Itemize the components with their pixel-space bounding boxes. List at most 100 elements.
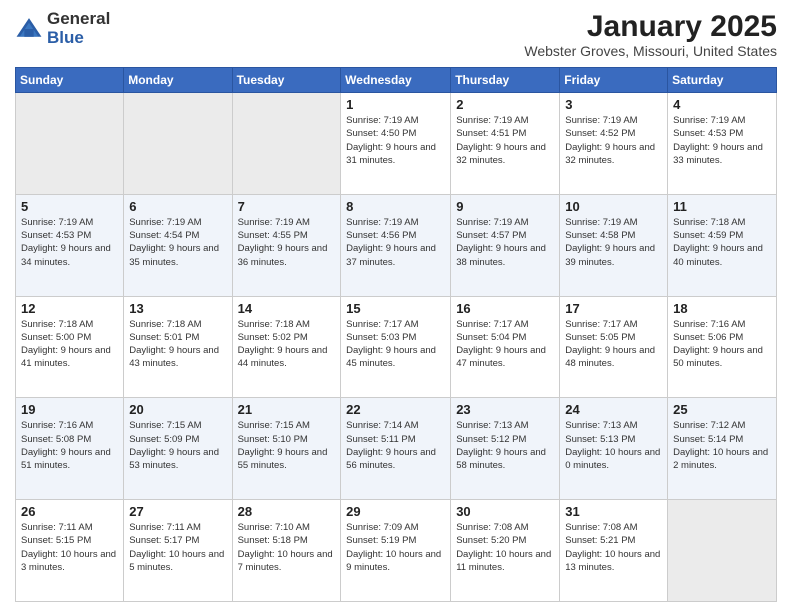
cell-info: Sunrise: 7:19 AMSunset: 4:53 PMDaylight:…: [21, 216, 118, 269]
cell-day-number: 14: [238, 301, 336, 316]
cell-day-number: 10: [565, 199, 662, 214]
calendar-cell: [16, 93, 124, 195]
day-of-week-header: Monday: [124, 68, 232, 93]
title-block: January 2025 Webster Groves, Missouri, U…: [524, 10, 777, 59]
cell-day-number: 31: [565, 504, 662, 519]
calendar-cell: [232, 93, 341, 195]
calendar-cell: 4 Sunrise: 7:19 AMSunset: 4:53 PMDaylight…: [668, 93, 777, 195]
calendar-cell: 8 Sunrise: 7:19 AMSunset: 4:56 PMDaylight…: [341, 194, 451, 296]
cell-day-number: 8: [346, 199, 445, 214]
calendar-cell: 15Sunrise: 7:17 AMSunset: 5:03 PMDayligh…: [341, 296, 451, 398]
calendar-cell: 27 Sunrise: 7:11 AMSunset: 5:17 PMDayligh…: [124, 500, 232, 602]
calendar-cell: 29Sunrise: 7:09 AMSunset: 5:19 PMDayligh…: [341, 500, 451, 602]
calendar-week-row: 26 Sunrise: 7:11 AMSunset: 5:15 PMDayligh…: [16, 500, 777, 602]
calendar-cell: 26 Sunrise: 7:11 AMSunset: 5:15 PMDayligh…: [16, 500, 124, 602]
calendar-cell: 19 Sunrise: 7:16 AMSunset: 5:08 PMDayligh…: [16, 398, 124, 500]
cell-info: Sunrise: 7:11 AMSunset: 5:15 PMDaylight:…: [21, 521, 118, 574]
cell-info: Sunrise: 7:19 AMSunset: 4:54 PMDaylight:…: [129, 216, 226, 269]
cell-info: Sunrise: 7:18 AMSunset: 4:59 PMDaylight:…: [673, 216, 771, 269]
cell-info: Sunrise: 7:17 AMSunset: 5:05 PMDaylight:…: [565, 318, 662, 371]
cell-info: Sunrise: 7:19 AMSunset: 4:50 PMDaylight:…: [346, 114, 445, 167]
cell-info: Sunrise: 7:12 AMSunset: 5:14 PMDaylight:…: [673, 419, 771, 472]
cell-day-number: 7: [238, 199, 336, 214]
calendar-week-row: 12Sunrise: 7:18 AMSunset: 5:00 PMDayligh…: [16, 296, 777, 398]
calendar-cell: 17 Sunrise: 7:17 AMSunset: 5:05 PMDayligh…: [560, 296, 668, 398]
calendar-week-row: 19 Sunrise: 7:16 AMSunset: 5:08 PMDayligh…: [16, 398, 777, 500]
cell-day-number: 4: [673, 97, 771, 112]
calendar-cell: 24 Sunrise: 7:13 AMSunset: 5:13 PMDayligh…: [560, 398, 668, 500]
calendar-header-row: SundayMondayTuesdayWednesdayThursdayFrid…: [16, 68, 777, 93]
cell-day-number: 18: [673, 301, 771, 316]
calendar-week-row: 5 Sunrise: 7:19 AMSunset: 4:53 PMDaylight…: [16, 194, 777, 296]
calendar-cell: 13Sunrise: 7:18 AMSunset: 5:01 PMDayligh…: [124, 296, 232, 398]
cell-day-number: 21: [238, 402, 336, 417]
cell-info: Sunrise: 7:18 AMSunset: 5:01 PMDaylight:…: [129, 318, 226, 371]
cell-info: Sunrise: 7:08 AMSunset: 5:21 PMDaylight:…: [565, 521, 662, 574]
cell-info: Sunrise: 7:16 AMSunset: 5:06 PMDaylight:…: [673, 318, 771, 371]
calendar-cell: 3Sunrise: 7:19 AMSunset: 4:52 PMDaylight…: [560, 93, 668, 195]
cell-info: Sunrise: 7:09 AMSunset: 5:19 PMDaylight:…: [346, 521, 445, 574]
cell-info: Sunrise: 7:18 AMSunset: 5:02 PMDaylight:…: [238, 318, 336, 371]
calendar-cell: 7 Sunrise: 7:19 AMSunset: 4:55 PMDaylight…: [232, 194, 341, 296]
calendar-cell: [668, 500, 777, 602]
calendar-cell: 11Sunrise: 7:18 AMSunset: 4:59 PMDayligh…: [668, 194, 777, 296]
calendar-cell: 30Sunrise: 7:08 AMSunset: 5:20 PMDayligh…: [451, 500, 560, 602]
day-of-week-header: Friday: [560, 68, 668, 93]
calendar-cell: 16 Sunrise: 7:17 AMSunset: 5:04 PMDayligh…: [451, 296, 560, 398]
cell-info: Sunrise: 7:13 AMSunset: 5:13 PMDaylight:…: [565, 419, 662, 472]
calendar-cell: 23 Sunrise: 7:13 AMSunset: 5:12 PMDayligh…: [451, 398, 560, 500]
day-of-week-header: Sunday: [16, 68, 124, 93]
cell-info: Sunrise: 7:15 AMSunset: 5:10 PMDaylight:…: [238, 419, 336, 472]
cell-day-number: 22: [346, 402, 445, 417]
cell-info: Sunrise: 7:19 AMSunset: 4:52 PMDaylight:…: [565, 114, 662, 167]
calendar-cell: 20Sunrise: 7:15 AMSunset: 5:09 PMDayligh…: [124, 398, 232, 500]
logo-blue: Blue: [47, 29, 110, 48]
cell-day-number: 1: [346, 97, 445, 112]
header: General Blue January 2025 Webster Groves…: [15, 10, 777, 59]
cell-info: Sunrise: 7:08 AMSunset: 5:20 PMDaylight:…: [456, 521, 554, 574]
cell-day-number: 9: [456, 199, 554, 214]
calendar-cell: 22 Sunrise: 7:14 AMSunset: 5:11 PMDayligh…: [341, 398, 451, 500]
calendar-table: SundayMondayTuesdayWednesdayThursdayFrid…: [15, 67, 777, 602]
cell-info: Sunrise: 7:19 AMSunset: 4:51 PMDaylight:…: [456, 114, 554, 167]
calendar-cell: 9 Sunrise: 7:19 AMSunset: 4:57 PMDaylight…: [451, 194, 560, 296]
cell-day-number: 24: [565, 402, 662, 417]
calendar-cell: [124, 93, 232, 195]
cell-day-number: 27: [129, 504, 226, 519]
calendar-cell: 2 Sunrise: 7:19 AMSunset: 4:51 PMDaylight…: [451, 93, 560, 195]
calendar-week-row: 1 Sunrise: 7:19 AMSunset: 4:50 PMDaylight…: [16, 93, 777, 195]
calendar-cell: 31 Sunrise: 7:08 AMSunset: 5:21 PMDayligh…: [560, 500, 668, 602]
cell-day-number: 20: [129, 402, 226, 417]
cell-info: Sunrise: 7:19 AMSunset: 4:55 PMDaylight:…: [238, 216, 336, 269]
calendar-cell: 14 Sunrise: 7:18 AMSunset: 5:02 PMDayligh…: [232, 296, 341, 398]
cell-info: Sunrise: 7:19 AMSunset: 4:53 PMDaylight:…: [673, 114, 771, 167]
cell-day-number: 5: [21, 199, 118, 214]
page: General Blue January 2025 Webster Groves…: [0, 0, 792, 612]
cell-info: Sunrise: 7:19 AMSunset: 4:56 PMDaylight:…: [346, 216, 445, 269]
calendar-cell: 1 Sunrise: 7:19 AMSunset: 4:50 PMDaylight…: [341, 93, 451, 195]
cell-info: Sunrise: 7:19 AMSunset: 4:57 PMDaylight:…: [456, 216, 554, 269]
logo-text: General Blue: [47, 10, 110, 47]
day-of-week-header: Saturday: [668, 68, 777, 93]
cell-info: Sunrise: 7:17 AMSunset: 5:04 PMDaylight:…: [456, 318, 554, 371]
cell-info: Sunrise: 7:18 AMSunset: 5:00 PMDaylight:…: [21, 318, 118, 371]
cell-day-number: 17: [565, 301, 662, 316]
cell-day-number: 16: [456, 301, 554, 316]
cell-info: Sunrise: 7:14 AMSunset: 5:11 PMDaylight:…: [346, 419, 445, 472]
day-of-week-header: Wednesday: [341, 68, 451, 93]
calendar-cell: 5 Sunrise: 7:19 AMSunset: 4:53 PMDaylight…: [16, 194, 124, 296]
calendar-cell: 21 Sunrise: 7:15 AMSunset: 5:10 PMDayligh…: [232, 398, 341, 500]
cell-info: Sunrise: 7:16 AMSunset: 5:08 PMDaylight:…: [21, 419, 118, 472]
calendar-subtitle: Webster Groves, Missouri, United States: [524, 43, 777, 59]
cell-day-number: 15: [346, 301, 445, 316]
cell-day-number: 19: [21, 402, 118, 417]
cell-day-number: 23: [456, 402, 554, 417]
cell-info: Sunrise: 7:13 AMSunset: 5:12 PMDaylight:…: [456, 419, 554, 472]
calendar-cell: 12Sunrise: 7:18 AMSunset: 5:00 PMDayligh…: [16, 296, 124, 398]
cell-info: Sunrise: 7:11 AMSunset: 5:17 PMDaylight:…: [129, 521, 226, 574]
logo: General Blue: [15, 10, 110, 47]
cell-day-number: 25: [673, 402, 771, 417]
cell-day-number: 26: [21, 504, 118, 519]
cell-day-number: 2: [456, 97, 554, 112]
logo-general: General: [47, 10, 110, 29]
